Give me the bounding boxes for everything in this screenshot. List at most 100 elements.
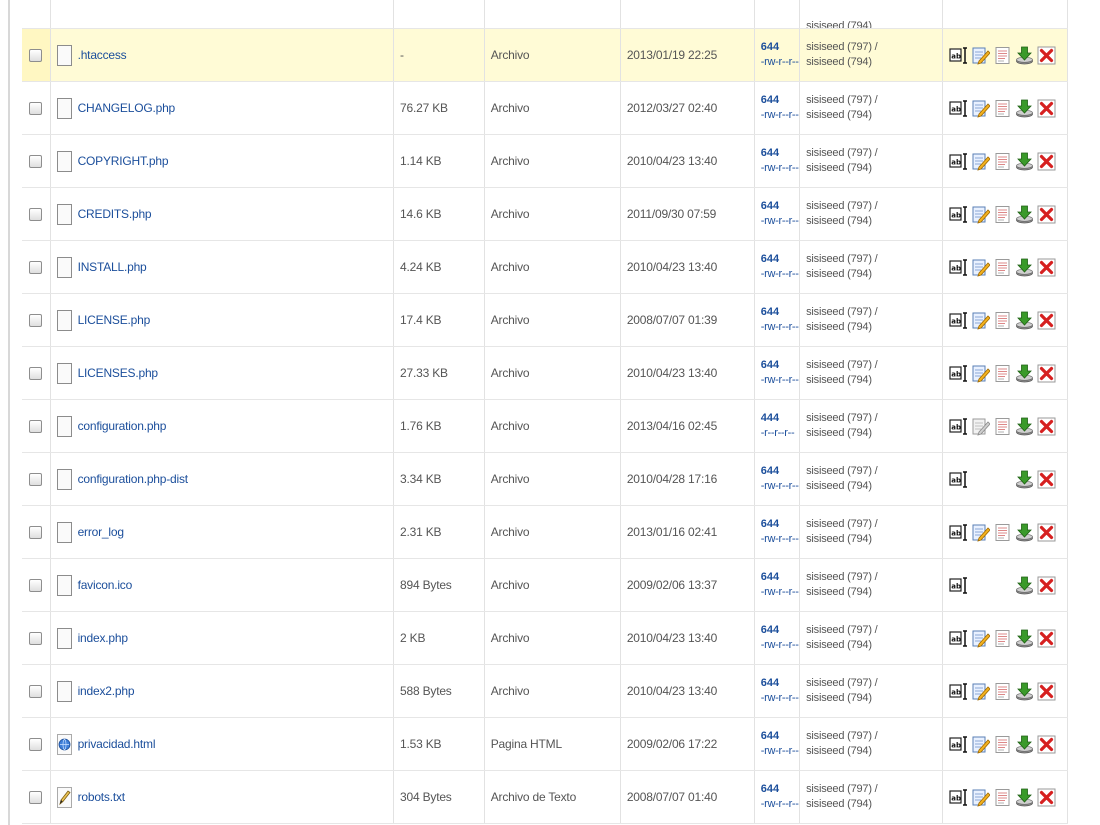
table-row[interactable]: CHANGELOG.php 76.27 KB Archivo 2012/03/27 0… xyxy=(22,81,1069,135)
table-row[interactable]: .htaccess - Archivo 2013/01/19 22:25 644 -rw-… xyxy=(22,28,1069,82)
download-icon[interactable] xyxy=(1015,364,1034,383)
permissions-octal[interactable]: 644 xyxy=(761,93,793,108)
rename-icon[interactable]: ab xyxy=(949,258,968,277)
permissions-octal[interactable]: 644 xyxy=(761,570,793,585)
permissions-octal[interactable]: 444 xyxy=(761,411,793,426)
file-icon[interactable] xyxy=(56,468,72,490)
file-name-link[interactable]: .htaccess xyxy=(78,48,127,62)
file-name-link[interactable]: error_log xyxy=(78,525,124,539)
rename-icon[interactable]: ab xyxy=(949,523,968,542)
download-icon[interactable] xyxy=(1015,258,1034,277)
download-icon[interactable] xyxy=(1015,576,1034,595)
delete-icon[interactable] xyxy=(1037,258,1056,277)
permissions-octal[interactable]: 644 xyxy=(761,305,793,320)
download-icon[interactable] xyxy=(1015,46,1034,65)
download-icon[interactable] xyxy=(1015,735,1034,754)
select-checkbox[interactable] xyxy=(29,738,43,752)
table-row[interactable]: configuration.php 1.76 KB Archivo 2013/04/1… xyxy=(22,399,1069,453)
edit-icon[interactable] xyxy=(971,523,990,542)
table-row[interactable]: INSTALL.php 4.24 KB Archivo 2010/04/23 13:4… xyxy=(22,240,1069,294)
select-checkbox[interactable] xyxy=(29,314,43,328)
permissions-cell[interactable]: 644 -rw-r--r-- xyxy=(754,187,801,241)
permissions-symbolic[interactable]: -rw-r--r-- xyxy=(761,267,799,282)
permissions-cell[interactable]: 644 -rw-r--r-- xyxy=(754,611,801,665)
select-checkbox[interactable] xyxy=(29,155,43,169)
table-row[interactable]: favicon.ico 894 Bytes Archivo 2009/02/06 13… xyxy=(22,558,1069,612)
permissions-octal[interactable]: 644 xyxy=(761,358,793,373)
permissions-cell[interactable]: 644 -rw-r--r-- xyxy=(754,28,801,82)
permissions-cell[interactable]: 644 -rw-r--r-- xyxy=(754,664,801,718)
download-icon[interactable] xyxy=(1015,682,1034,701)
permissions-octal[interactable]: 644 xyxy=(761,676,793,691)
permissions-cell[interactable]: 644 -rw-r--r-- xyxy=(754,505,801,559)
permissions-octal[interactable]: 644 xyxy=(761,782,793,797)
rename-icon[interactable]: ab xyxy=(949,682,968,701)
table-row[interactable]: index.php 2 KB Archivo 2010/04/23 13:40 644-… xyxy=(22,611,1069,665)
permissions-octal[interactable]: 644 xyxy=(761,729,793,744)
rename-icon[interactable]: ab xyxy=(949,788,968,807)
rename-icon[interactable]: ab xyxy=(949,364,968,383)
permissions-symbolic[interactable]: -r--r--r-- xyxy=(761,426,795,441)
file-icon[interactable] xyxy=(56,362,72,384)
view-icon[interactable] xyxy=(993,417,1012,436)
file-name-link[interactable]: index2.php xyxy=(78,684,135,698)
delete-icon[interactable] xyxy=(1037,629,1056,648)
delete-icon[interactable] xyxy=(1037,205,1056,224)
permissions-cell[interactable]: 644 -rw-r--r-- xyxy=(754,452,801,506)
file-name-link[interactable]: privacidad.html xyxy=(78,737,156,751)
rename-icon[interactable]: ab xyxy=(949,311,968,330)
select-checkbox[interactable] xyxy=(29,685,43,699)
view-icon[interactable] xyxy=(993,364,1012,383)
view-icon[interactable] xyxy=(993,629,1012,648)
file-name-link[interactable]: INSTALL.php xyxy=(78,260,147,274)
table-row[interactable]: CREDITS.php 14.6 KB Archivo 2011/09/30 07:5… xyxy=(22,187,1069,241)
rename-icon[interactable]: ab xyxy=(949,99,968,118)
rename-icon[interactable]: ab xyxy=(949,152,968,171)
file-name-link[interactable]: CREDITS.php xyxy=(78,207,152,221)
delete-icon[interactable] xyxy=(1037,417,1056,436)
select-checkbox[interactable] xyxy=(29,367,43,381)
file-icon[interactable] xyxy=(56,521,72,543)
edit-icon[interactable] xyxy=(971,788,990,807)
file-icon[interactable] xyxy=(56,574,72,596)
table-row[interactable]: LICENSES.php 27.33 KB Archivo 2010/04/23 13… xyxy=(22,346,1069,400)
permissions-symbolic[interactable]: -rw-r--r-- xyxy=(761,161,799,176)
delete-icon[interactable] xyxy=(1037,46,1056,65)
edit-icon[interactable] xyxy=(971,311,990,330)
delete-icon[interactable] xyxy=(1037,99,1056,118)
permissions-octal[interactable]: 644 xyxy=(761,517,793,532)
view-icon[interactable] xyxy=(993,205,1012,224)
permissions-symbolic[interactable]: -rw-r--r-- xyxy=(761,108,799,123)
permissions-cell[interactable]: 644 -rw-r--r-- xyxy=(754,81,801,135)
view-icon[interactable] xyxy=(993,46,1012,65)
delete-icon[interactable] xyxy=(1037,788,1056,807)
file-name-link[interactable]: COPYRIGHT.php xyxy=(78,154,169,168)
download-icon[interactable] xyxy=(1015,629,1034,648)
edit-icon[interactable] xyxy=(971,46,990,65)
view-icon[interactable] xyxy=(993,682,1012,701)
view-icon[interactable] xyxy=(993,152,1012,171)
table-row[interactable]: privacidad.html 1.53 KB Pagina HTML 2009/02… xyxy=(22,717,1069,771)
file-icon[interactable] xyxy=(56,44,72,66)
delete-icon[interactable] xyxy=(1037,523,1056,542)
html-file-icon[interactable] xyxy=(56,733,72,755)
file-name-link[interactable]: CHANGELOG.php xyxy=(78,101,176,115)
edit-icon[interactable] xyxy=(971,258,990,277)
download-icon[interactable] xyxy=(1015,417,1034,436)
permissions-octal[interactable]: 644 xyxy=(761,146,793,161)
file-icon[interactable] xyxy=(56,256,72,278)
table-row[interactable]: error_log 2.31 KB Archivo 2013/01/16 02:41 6… xyxy=(22,505,1069,559)
download-icon[interactable] xyxy=(1015,205,1034,224)
edit-icon[interactable] xyxy=(971,205,990,224)
rename-icon[interactable]: ab xyxy=(949,576,968,595)
rename-icon[interactable]: ab xyxy=(949,470,968,489)
select-checkbox[interactable] xyxy=(29,420,43,434)
delete-icon[interactable] xyxy=(1037,364,1056,383)
permissions-octal[interactable]: 644 xyxy=(761,199,793,214)
select-checkbox[interactable] xyxy=(29,102,43,116)
edit-icon[interactable] xyxy=(971,364,990,383)
select-checkbox[interactable] xyxy=(29,261,43,275)
permissions-octal[interactable]: 644 xyxy=(761,252,793,267)
file-icon[interactable] xyxy=(56,415,72,437)
file-name-link[interactable]: robots.txt xyxy=(78,790,126,804)
